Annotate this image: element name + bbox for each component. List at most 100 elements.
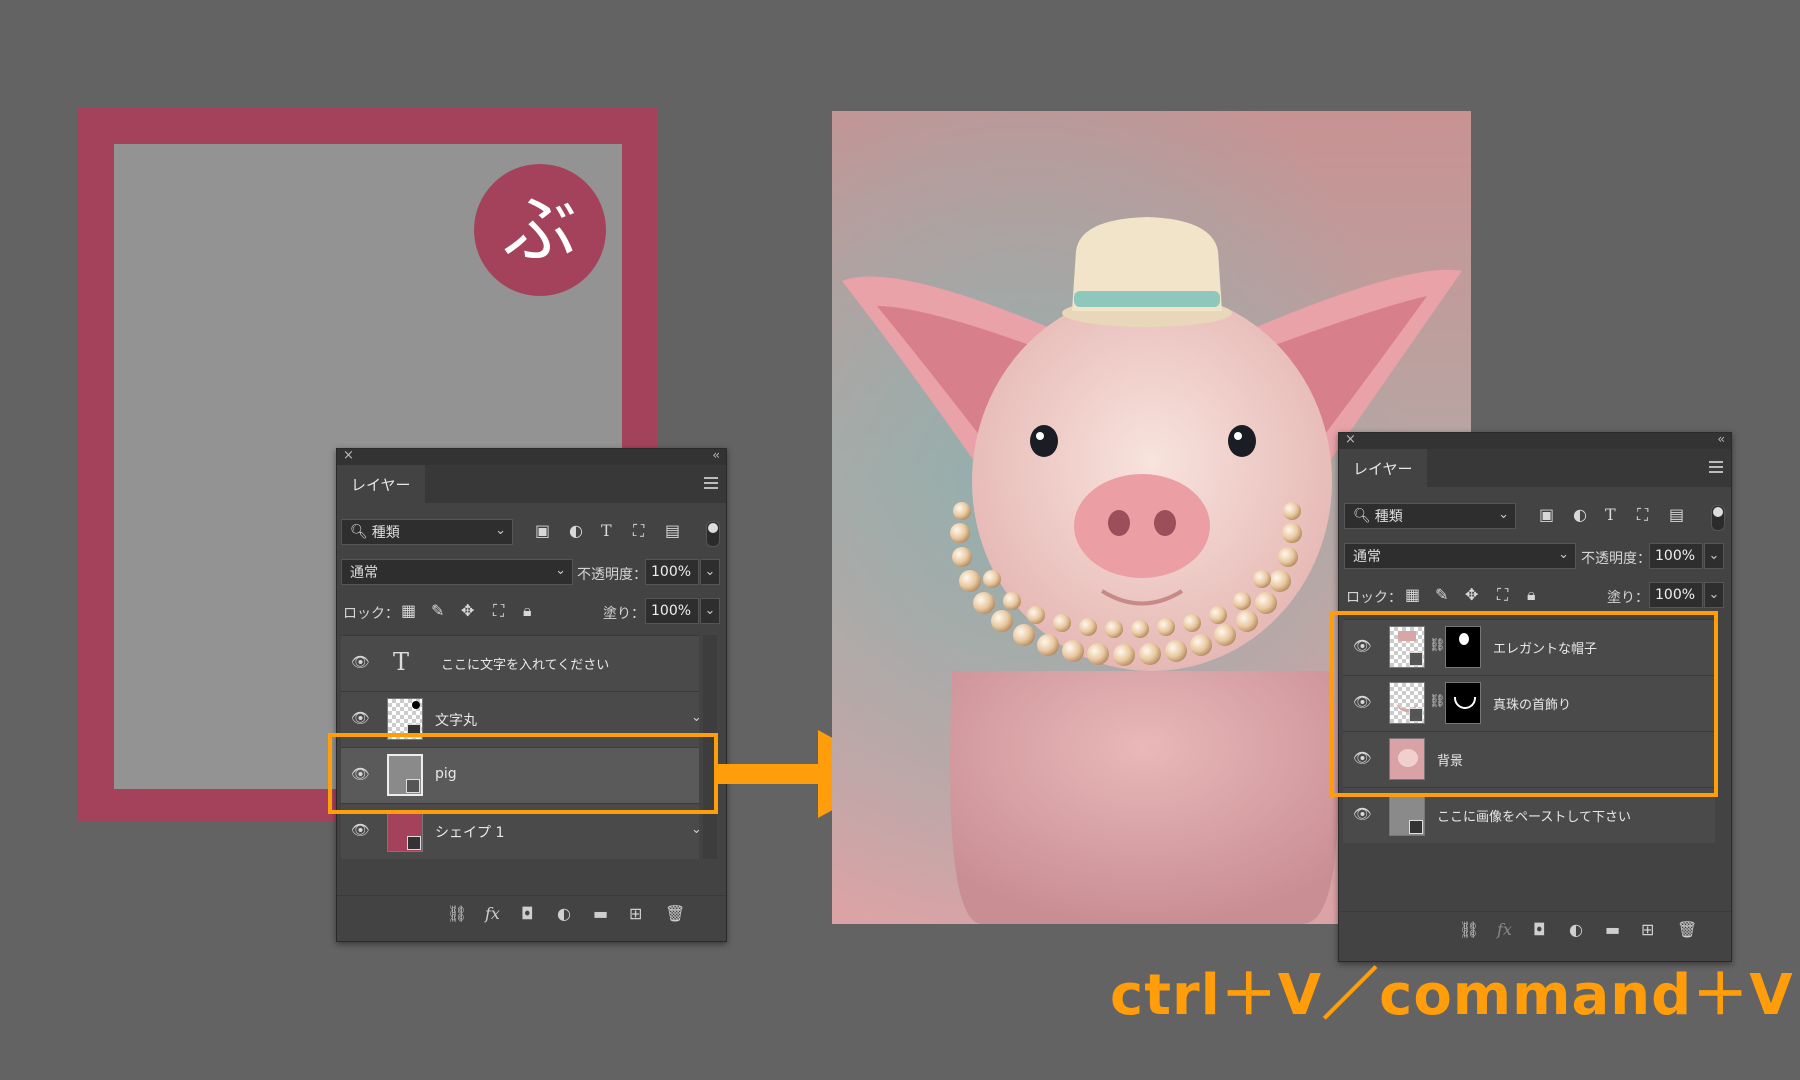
filter-kind-select[interactable]: 🔍︎ 種類 ⌄ [1344,503,1516,529]
lock-move-icon[interactable]: ✥ [1465,585,1478,604]
shape-filter-icon[interactable]: ⛶ [633,521,644,541]
shape-filter-icon[interactable]: ⛶ [1637,505,1648,525]
chevron-down-icon: ⌄ [495,523,506,538]
shape-badge-icon [407,836,421,850]
new-layer-icon[interactable]: ⊞ [629,904,642,923]
close-icon[interactable]: × [1345,432,1356,447]
opacity-label: 不透明度： [1581,551,1651,567]
blend-mode-select[interactable]: 通常 ⌄ [1344,543,1576,569]
image-filter-icon[interactable]: ▣ [1539,505,1554,524]
fill-value: 100% [651,603,692,619]
chevron-down-icon[interactable]: ⌄ [691,710,702,725]
fx-icon[interactable]: fx [485,904,500,923]
smartobject-filter-icon[interactable]: ▤ [665,521,680,540]
lock-label: ロック： [1346,590,1402,606]
fx-icon[interactable]: fx [1497,920,1512,939]
lock-all-icon[interactable]: 🔒︎ [1527,585,1536,605]
panel-toolbar: ⛓︎ fx ◘ ◐ ▬ ⊞ 🗑︎ [1339,911,1731,948]
filter-kind-select[interactable]: 🔍︎ 種類 ⌄ [341,519,513,545]
search-icon: 🔍︎ [1353,508,1371,524]
layer-thumbnail [387,810,423,852]
panel-tabbar: レイヤー [337,465,726,503]
layer-name[interactable]: 文字丸 [435,710,477,730]
blend-mode-select[interactable]: 通常 ⌄ [341,559,573,585]
lock-icons: ▦ ✎ ✥ ⛶ 🔒︎ [1405,585,1545,607]
shape-badge-icon [1409,820,1423,834]
lock-transparency-icon[interactable]: ▦ [401,601,416,620]
adjustment-icon[interactable]: ◐ [1569,920,1583,939]
tab-layers[interactable]: レイヤー [1339,449,1427,487]
tab-layers[interactable]: レイヤー [337,465,425,503]
lock-transparency-icon[interactable]: ▦ [1405,585,1420,604]
shortcut-caption: ctrl＋V／command＋V [1110,963,1794,1028]
lock-icons: ▦ ✎ ✥ ⛶ 🔒︎ [401,601,541,623]
fill-field[interactable]: 100% ⌄ [1649,582,1724,608]
collapse-icon[interactable]: ‹‹ [1717,432,1724,446]
lock-artboard-icon[interactable]: ⛶ [493,601,504,621]
chevron-down-icon[interactable]: ⌄ [700,598,720,624]
arrow-shaft [716,764,820,784]
link-icon[interactable]: ⛓︎ [447,904,467,923]
panel-menu-icon[interactable] [1709,461,1723,473]
opacity-field[interactable]: 100% ⌄ [1649,543,1724,569]
layer-name[interactable]: シェイプ 1 [435,822,504,842]
panel-toolbar: ⛓︎ fx ◘ ◐ ▬ ⊞ 🗑︎ [337,895,726,932]
layers-panel-left: × ‹‹ レイヤー 🔍︎ 種類 ⌄ ▣ ◐ T ⛶ ▤ 通常 ⌄ 不透明度： 1… [336,448,727,942]
blend-mode-value: 通常 [350,565,378,581]
chevron-down-icon: ⌄ [555,563,566,578]
eye-icon[interactable]: 👁︎ [351,710,370,726]
chevron-down-icon[interactable]: ⌄ [1704,543,1724,569]
chevron-down-icon[interactable]: ⌄ [1704,582,1724,608]
new-layer-icon[interactable]: ⊞ [1641,920,1654,939]
lock-all-icon[interactable]: 🔒︎ [523,601,532,621]
lock-paint-icon[interactable]: ✎ [1435,585,1448,604]
fill-field[interactable]: 100% ⌄ [645,598,720,624]
text-layer-icon: T [393,648,410,676]
chevron-down-icon[interactable]: ⌄ [691,822,702,837]
chevron-down-icon: ⌄ [1558,547,1569,562]
trash-icon[interactable]: 🗑︎ [665,904,685,923]
eye-icon[interactable]: 👁︎ [351,654,370,670]
filter-icons: ▣ ◐ T ⛶ ▤ [535,521,705,545]
adjustment-filter-icon[interactable]: ◐ [569,521,583,540]
mask-icon[interactable]: ◘ [1533,920,1546,939]
chevron-down-icon[interactable]: ⌄ [700,559,720,585]
layer-thumbnail [1389,794,1425,836]
filter-toggle[interactable] [1711,505,1725,531]
folder-icon[interactable]: ▬ [1605,920,1620,939]
panel-titlebar[interactable]: × ‹‹ [1339,432,1731,449]
panel-titlebar[interactable]: × ‹‹ [337,448,726,465]
lock-paint-icon[interactable]: ✎ [431,601,444,620]
filter-toggle[interactable] [706,521,720,547]
adjustment-icon[interactable]: ◐ [557,904,571,923]
image-filter-icon[interactable]: ▣ [535,521,550,540]
panel-menu-icon[interactable] [704,477,718,489]
link-icon[interactable]: ⛓︎ [1459,920,1479,939]
collapse-icon[interactable]: ‹‹ [712,448,719,462]
layer-row[interactable]: 👁︎ T ここに文字を入れてください [341,635,699,691]
blend-mode-value: 通常 [1353,549,1381,565]
lock-label: ロック： [343,606,399,622]
eye-icon[interactable]: 👁︎ [1353,806,1372,822]
opacity-field[interactable]: 100% ⌄ [645,559,720,585]
filter-kind-label: 種類 [1374,509,1403,525]
opacity-value: 100% [1655,548,1696,564]
layer-name[interactable]: ここに文字を入れてください [441,654,609,673]
folder-icon[interactable]: ▬ [593,904,608,923]
type-filter-icon[interactable]: T [601,521,612,540]
adjustment-filter-icon[interactable]: ◐ [1573,505,1587,524]
layer-name[interactable]: ここに画像をペーストして下さい [1437,806,1631,825]
eye-icon[interactable]: 👁︎ [351,822,370,838]
close-icon[interactable]: × [343,448,354,463]
fill-value: 100% [1655,587,1696,603]
mask-icon[interactable]: ◘ [521,904,534,923]
opacity-label: 不透明度： [577,567,647,583]
smartobject-filter-icon[interactable]: ▤ [1669,505,1684,524]
filter-icons: ▣ ◐ T ⛶ ▤ [1539,505,1709,529]
trash-icon[interactable]: 🗑︎ [1677,920,1697,939]
lock-artboard-icon[interactable]: ⛶ [1497,585,1508,605]
type-filter-icon[interactable]: T [1605,505,1616,524]
opacity-value: 100% [651,564,692,580]
filter-kind-label: 種類 [371,525,400,541]
lock-move-icon[interactable]: ✥ [461,601,474,620]
